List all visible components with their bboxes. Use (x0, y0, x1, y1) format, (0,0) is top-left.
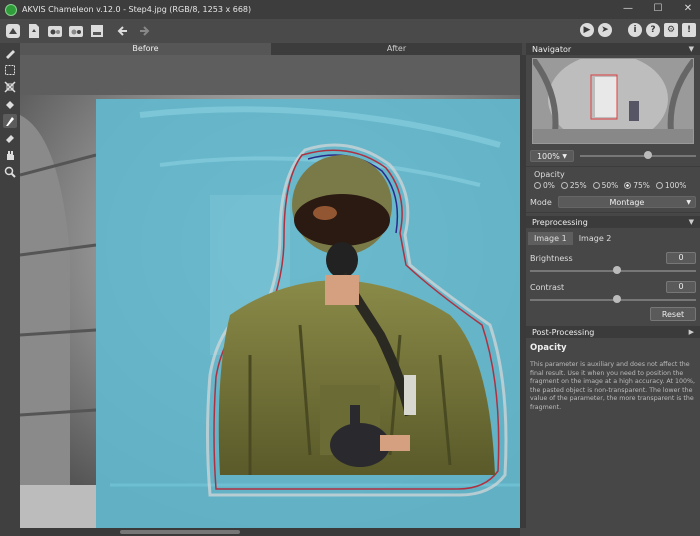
print-icon[interactable] (89, 23, 105, 39)
zoom-slider-knob[interactable] (643, 151, 652, 159)
brightness-label: Brightness (530, 253, 573, 263)
rect-select-icon[interactable] (3, 63, 17, 77)
horizontal-scrollbar[interactable] (20, 528, 520, 536)
home-icon[interactable] (5, 23, 21, 39)
export-icon[interactable]: ➤ (598, 23, 612, 37)
open-file-icon[interactable] (26, 23, 42, 39)
settings-icon[interactable]: ⚙ (664, 23, 678, 37)
help-title: Opacity (530, 343, 567, 353)
view-tabs: Before After (20, 43, 522, 55)
opacity-group: Opacity 0% 25% 50% 75% 100% (526, 167, 700, 193)
opacity-50-radio[interactable]: 50% (592, 181, 618, 190)
brightness-input[interactable]: 0 (666, 252, 696, 264)
window-title: AKVIS Chameleon v.12.0 - Step4.jpg (RGB/… (22, 5, 252, 14)
eraser-icon[interactable] (3, 131, 17, 145)
opacity-label: Opacity (534, 170, 565, 179)
run-icon[interactable]: ▶ (580, 23, 594, 37)
brightness-slider-knob[interactable] (613, 266, 621, 274)
opacity-100-radio[interactable]: 100% (655, 181, 686, 190)
main-toolbar: ▶ ➤ i ? ⚙ ! (0, 19, 700, 43)
reset-button[interactable]: Reset (650, 307, 696, 321)
info-icon[interactable]: i (628, 23, 642, 37)
title-bar: AKVIS Chameleon v.12.0 - Step4.jpg (RGB/… (0, 0, 700, 19)
close-icon[interactable]: ✕ (682, 2, 694, 14)
tab-before[interactable]: Before (20, 43, 271, 55)
chameleon-brush-icon[interactable] (3, 114, 17, 128)
transform-icon[interactable] (3, 80, 17, 94)
chevron-right-icon[interactable]: ▶ (689, 328, 694, 336)
help-panel: Opacity This parameter is auxiliary and … (526, 338, 700, 414)
contrast-input[interactable]: 0 (666, 281, 696, 293)
tab-image-1[interactable]: Image 1 (528, 232, 573, 245)
zoom-select[interactable]: 100% ▼ (530, 150, 574, 162)
image-canvas[interactable] (20, 55, 520, 528)
selection-brush-icon[interactable] (3, 46, 17, 60)
navigator-title: Navigator (532, 44, 572, 54)
mode-select[interactable]: Montage ▼ (557, 196, 696, 208)
maximize-icon[interactable]: ☐ (652, 2, 664, 14)
navigator-preview[interactable] (532, 58, 694, 144)
minimize-icon[interactable]: — (622, 2, 634, 14)
preprocessing-header[interactable]: Preprocessing ▼ (526, 216, 700, 228)
postprocessing-title: Post-Processing (532, 327, 595, 337)
help-icon[interactable]: ? (646, 23, 660, 37)
notifications-icon[interactable]: ! (682, 23, 696, 37)
load-fragment-icon[interactable] (47, 23, 63, 39)
contrast-slider-knob[interactable] (613, 295, 621, 303)
hand-icon[interactable] (3, 148, 17, 162)
postprocessing-header[interactable]: Post-Processing ▶ (526, 326, 700, 338)
chameleon-app-icon (5, 3, 17, 16)
collapse-icon[interactable]: ▼ (689, 45, 694, 53)
mode-label: Mode (530, 197, 552, 207)
scroll-thumb[interactable] (120, 530, 240, 534)
opacity-25-radio[interactable]: 25% (560, 181, 587, 190)
fill-tool-icon[interactable] (3, 97, 17, 111)
zoom-icon[interactable] (3, 165, 17, 179)
navigator-header[interactable]: Navigator ▼ (526, 43, 700, 55)
settings-panel: Navigator ▼ 100% ▼ Opacity 0% 25% 50% 75… (526, 43, 700, 536)
opacity-75-radio[interactable]: 75% (624, 181, 650, 190)
undo-icon[interactable] (115, 23, 131, 39)
zoom-slider[interactable] (580, 151, 696, 159)
chevron-down-icon: ▼ (686, 198, 691, 206)
canvas-image (20, 55, 520, 528)
brightness-slider[interactable] (530, 266, 696, 274)
tab-image-2[interactable]: Image 2 (573, 232, 618, 245)
collapse-icon[interactable]: ▼ (689, 218, 694, 226)
opacity-0-radio[interactable]: 0% (534, 181, 555, 190)
preprocessing-title: Preprocessing (532, 217, 588, 227)
help-text: This parameter is auxiliary and does not… (530, 361, 696, 411)
redo-icon[interactable] (136, 23, 152, 39)
contrast-slider[interactable] (530, 295, 696, 303)
contrast-label: Contrast (530, 282, 565, 292)
save-icon[interactable] (68, 23, 84, 39)
tools-panel (0, 43, 20, 536)
tab-after[interactable]: After (271, 43, 522, 55)
app-window: AKVIS Chameleon v.12.0 - Step4.jpg (RGB/… (0, 0, 700, 536)
